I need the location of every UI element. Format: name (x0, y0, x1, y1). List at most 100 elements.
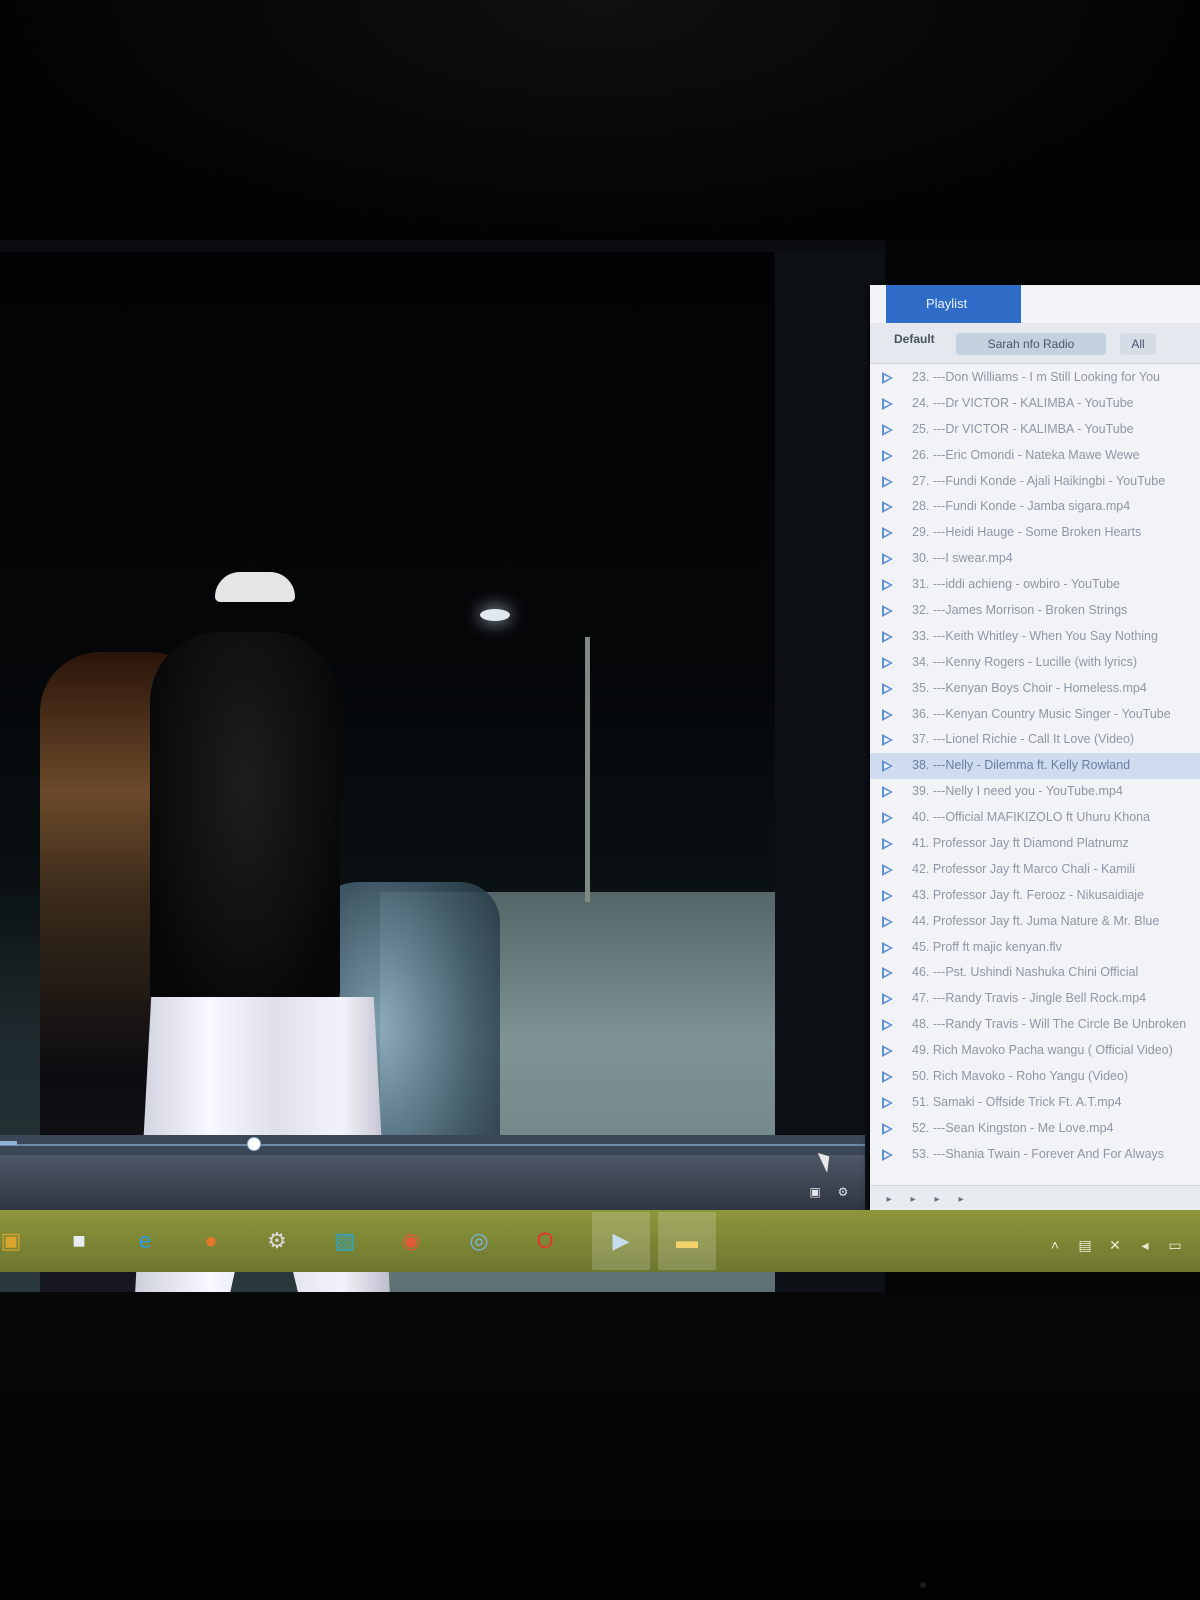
play-triangle-icon (882, 1096, 893, 1109)
seek-progress (0, 1141, 18, 1145)
settings-gear-icon[interactable]: ⚙ (836, 1185, 850, 1199)
playlist-item-label: 38. ---Nelly - Dilemma ft. Kelly Rowland (912, 758, 1131, 773)
play-triangle-icon (882, 967, 893, 980)
playlist-item-label: 47. ---Randy Travis - Jingle Bell Rock.m… (912, 991, 1147, 1006)
taskbar-chrome[interactable]: ◉ (392, 1222, 430, 1260)
play-triangle-icon (882, 708, 893, 721)
speaker-icon[interactable]: ◂ (1136, 1236, 1154, 1254)
folder-icon: ▬ (676, 1228, 698, 1253)
play-triangle-icon (882, 656, 893, 669)
playlist-item[interactable]: 34. ---Kenny Rogers - Lucille (with lyri… (870, 650, 1200, 676)
play-triangle-icon (882, 863, 893, 876)
playlist-item[interactable]: 50. Rich Mavoko - Roho Yangu (Video) (870, 1064, 1200, 1090)
taskbar-photos[interactable]: ▧ (326, 1222, 364, 1260)
taskbar-app-store[interactable]: ■ (60, 1222, 98, 1260)
screen-dust (920, 1582, 926, 1588)
playlist-item[interactable]: 23. ---Don Williams - I m Still Looking … (870, 365, 1200, 391)
playlist-tab-radio[interactable]: Sarah nfo Radio (956, 333, 1106, 355)
playlist-item-label: 30. ---I swear.mp4 (912, 551, 1013, 566)
playlist-item[interactable]: 38. ---Nelly - Dilemma ft. Kelly Rowland (870, 753, 1200, 780)
playlist-item[interactable]: 49. Rich Mavoko Pacha wangu ( Official V… (870, 1038, 1200, 1064)
seek-thumb[interactable] (247, 1137, 262, 1151)
playlist-item-label: 29. ---Heidi Hauge - Some Broken Hearts (912, 525, 1142, 540)
playlist-item-label: 36. ---Kenyan Country Music Singer - You… (912, 706, 1171, 721)
playlist-item[interactable]: 53. ---Shania Twain - Forever And For Al… (870, 1142, 1200, 1168)
playlist-item[interactable]: 31. ---iddi achieng - owbiro - YouTube (870, 572, 1200, 598)
playlist-add-icon[interactable]: ▸ (884, 1195, 894, 1205)
playlist-item[interactable]: 51. Samaki - Offside Trick Ft. A.T.mp4 (870, 1090, 1200, 1116)
playlist-item[interactable]: 29. ---Heidi Hauge - Some Broken Hearts (870, 520, 1200, 546)
play-triangle-icon (882, 1019, 893, 1032)
playlist-item[interactable]: 45. Proff ft majic kenyan.flv (870, 935, 1200, 961)
taskbar-settings[interactable]: ⚙ (258, 1222, 296, 1260)
playlist-item[interactable]: 43. Professor Jay ft. Ferooz - Nikusaidi… (870, 883, 1200, 909)
player-controls: ▣ ⚙ (0, 1155, 865, 1210)
play-triangle-icon (882, 1045, 893, 1058)
playlist-options-icon[interactable]: ▸ (956, 1195, 966, 1205)
play-triangle-icon (882, 397, 893, 410)
playlist-item[interactable]: 48. ---Randy Travis - Will The Circle Be… (870, 1012, 1200, 1038)
play-triangle-icon (882, 915, 893, 928)
playlist-header: Default Sarah nfo Radio All (870, 323, 1200, 364)
playlist-item[interactable]: 52. ---Sean Kingston - Me Love.mp4 (870, 1116, 1200, 1142)
playlist-item-label: 33. ---Keith Whitley - When You Say Noth… (912, 628, 1158, 643)
video-person-cap (215, 572, 295, 602)
playlist-item[interactable]: 32. ---James Morrison - Broken Strings (870, 598, 1200, 624)
store-cube-icon: ■ (72, 1228, 86, 1253)
playlist-item[interactable]: 27. ---Fundi Konde - Ajali Haikingbi - Y… (870, 469, 1200, 495)
playlist-remove-icon[interactable]: ▸ (908, 1195, 918, 1205)
playlist-window-tab[interactable]: Playlist (886, 285, 1021, 323)
playlist-item[interactable]: 44. Professor Jay ft. Juma Nature & Mr. … (870, 909, 1200, 935)
playlist-item-label: 52. ---Sean Kingston - Me Love.mp4 (912, 1120, 1114, 1135)
taskbar-blue-app[interactable]: ◎ (460, 1222, 498, 1260)
playlist-item-label: 37. ---Lionel Richie - Call It Love (Vid… (912, 732, 1135, 747)
playlist-item[interactable]: 39. ---Nelly I need you - YouTube.mp4 (870, 779, 1200, 805)
playlist-item[interactable]: 30. ---I swear.mp4 (870, 546, 1200, 572)
playlist-item-label: 43. Professor Jay ft. Ferooz - Nikusaidi… (912, 887, 1145, 902)
playlist-item[interactable]: 25. ---Dr VICTOR - KALIMBA - YouTube (870, 417, 1200, 443)
seek-bar[interactable] (0, 1135, 865, 1155)
playlist-sort-icon[interactable]: ▸ (932, 1195, 942, 1205)
taskbar-firefox[interactable]: ● (192, 1222, 230, 1260)
video-street-pole (585, 637, 590, 902)
play-triangle-icon (882, 786, 893, 799)
taskbar-file-explorer[interactable]: ▬ (658, 1212, 716, 1270)
chevron-up-icon[interactable]: ˄ (1046, 1236, 1064, 1254)
playlist-item[interactable]: 42. Professor Jay ft Marco Chali - Kamil… (870, 857, 1200, 883)
playlist-item-label: 41. Professor Jay ft Diamond Platnumz (912, 836, 1129, 851)
video-player-window (0, 240, 885, 1392)
playlist-item[interactable]: 37. ---Lionel Richie - Call It Love (Vid… (870, 727, 1200, 753)
battery-icon[interactable]: ✕ (1106, 1236, 1124, 1254)
taskbar-opera[interactable]: O (526, 1222, 564, 1260)
play-triangle-icon (882, 941, 893, 954)
playlist-item-label: 48. ---Randy Travis - Will The Circle Be… (912, 1017, 1187, 1032)
taskbar-media-player[interactable]: ▶ (592, 1212, 650, 1270)
play-triangle-icon (882, 372, 893, 384)
playlist-item[interactable]: 24. ---Dr VICTOR - KALIMBA - YouTube (870, 391, 1200, 417)
playlist-item-label: 24. ---Dr VICTOR - KALIMBA - YouTube (912, 395, 1134, 410)
playlist-item[interactable]: 47. ---Randy Travis - Jingle Bell Rock.m… (870, 986, 1200, 1012)
playlist-item[interactable]: 26. ---Eric Omondi - Nateka Mawe Wewe (870, 443, 1200, 469)
video-street-lamp (480, 609, 510, 621)
playlist-item-label: 32. ---James Morrison - Broken Strings (912, 603, 1128, 618)
video-person-right (150, 632, 340, 1012)
playlist-item[interactable]: 35. ---Kenyan Boys Choir - Homeless.mp4 (870, 676, 1200, 702)
network-icon[interactable]: ▤ (1076, 1236, 1094, 1254)
playlist-item[interactable]: 36. ---Kenyan Country Music Singer - You… (870, 702, 1200, 728)
playlist-item[interactable]: 41. Professor Jay ft Diamond Platnumz (870, 831, 1200, 857)
fullscreen-icon[interactable]: ▣ (808, 1185, 822, 1199)
taskbar-internet-explorer[interactable]: e (126, 1222, 164, 1260)
media-player-icon: ▶ (612, 1228, 630, 1253)
playlist-item[interactable]: 46. ---Pst. Ushindi Nashuka Chini Offici… (870, 960, 1200, 986)
playlist-tab-all[interactable]: All (1120, 333, 1156, 355)
start-button[interactable]: ▣ (0, 1222, 30, 1260)
play-triangle-icon (882, 1071, 893, 1084)
playlist-item-label: 28. ---Fundi Konde - Jamba sigara.mp4 (912, 499, 1131, 514)
playlist-default-label[interactable]: Default (894, 332, 935, 346)
play-triangle-icon (882, 527, 893, 540)
notification-icon[interactable]: ▭ (1166, 1236, 1184, 1254)
playlist-item[interactable]: 33. ---Keith Whitley - When You Say Noth… (870, 624, 1200, 650)
playlist-item[interactable]: 28. ---Fundi Konde - Jamba sigara.mp4 (870, 494, 1200, 520)
playlist-item[interactable]: 40. ---Official MAFIKIZOLO ft Uhuru Khon… (870, 805, 1200, 831)
playlist-panel: Playlist Default Sarah nfo Radio All 23.… (870, 285, 1200, 1216)
